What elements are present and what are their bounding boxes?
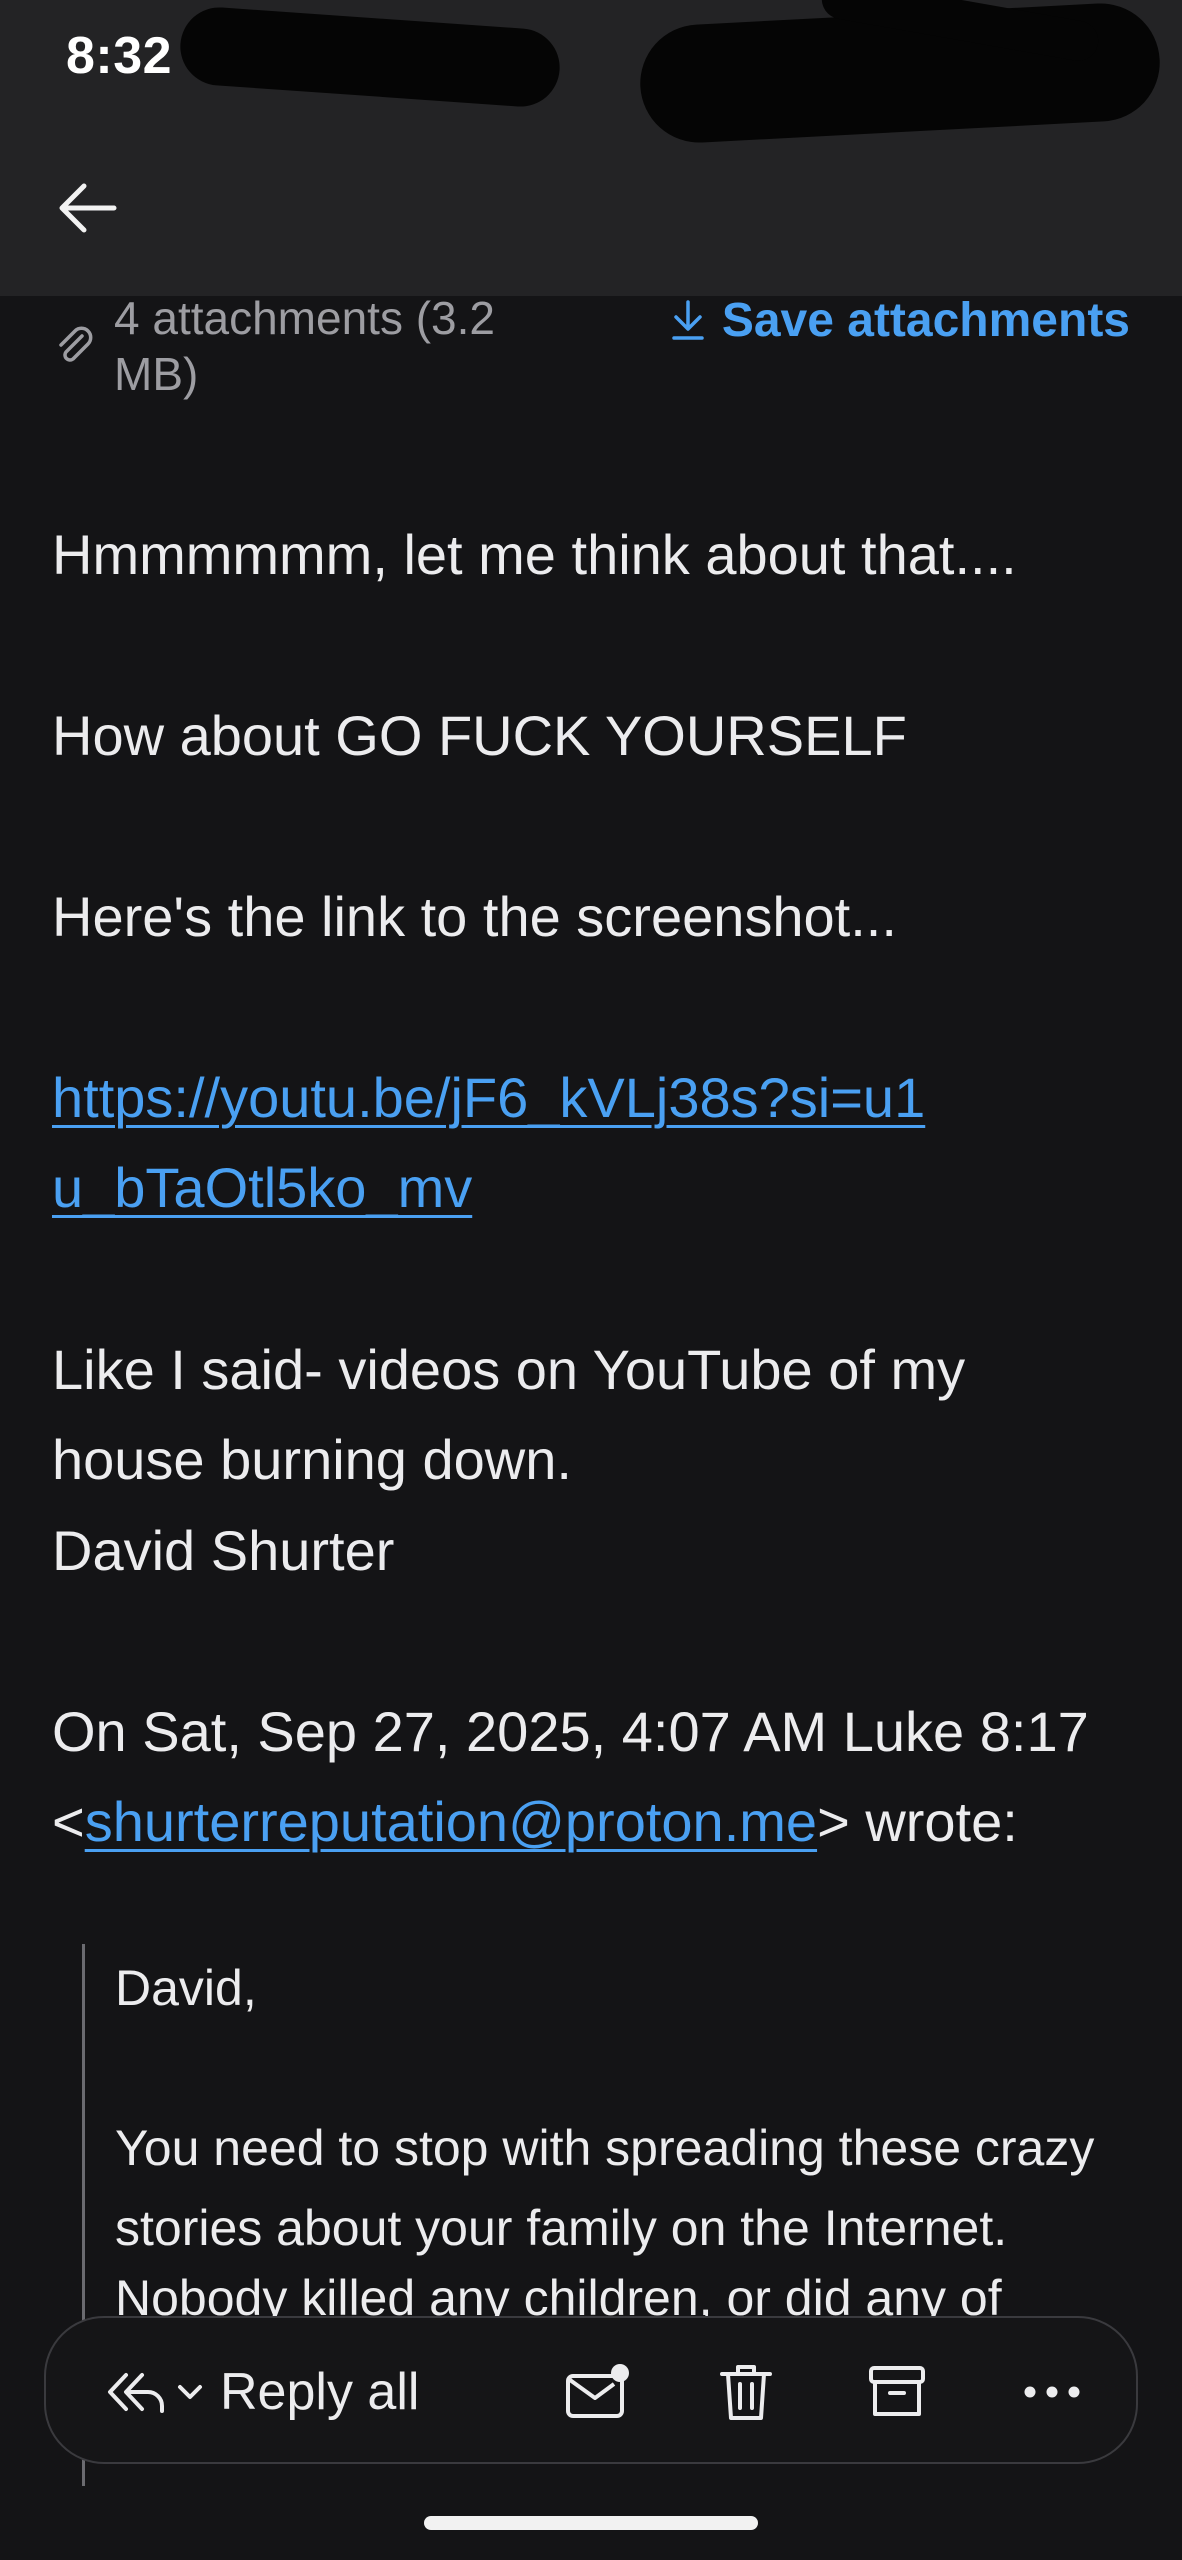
back-button[interactable] bbox=[48, 168, 128, 248]
paperclip-icon bbox=[59, 326, 93, 362]
message-line: Hmmmmmm, let me think about that.... bbox=[52, 523, 1017, 586]
redaction-mark bbox=[177, 4, 563, 110]
mark-unread-icon bbox=[566, 2364, 629, 2418]
action-bar: Reply all bbox=[44, 2316, 1138, 2464]
archive-button[interactable] bbox=[866, 2318, 928, 2466]
video-link-container: https://youtu.be/jF6_kVLj38s?si=u1u_bTaO… bbox=[52, 1053, 932, 1233]
attachments-row: 4 attachments (3.2 MB) Save attachments bbox=[0, 296, 1182, 400]
attachments-info: 4 attachments (3.2 MB) bbox=[114, 296, 495, 400]
save-attachments-label: Save attachments bbox=[721, 296, 1130, 347]
quote-header: On Sat, Sep 27, 2025, 4:07 AM Luke 8:17 … bbox=[52, 1687, 1132, 1867]
archive-icon bbox=[869, 2366, 925, 2416]
sender-email-link[interactable]: shurterreputation@proton.me bbox=[85, 1790, 817, 1853]
quoted-greeting: David, bbox=[115, 1960, 257, 2016]
reply-all-button[interactable]: Reply all bbox=[104, 2318, 419, 2466]
signature: David Shurter bbox=[52, 1519, 395, 1582]
more-icon bbox=[1024, 2386, 1080, 2398]
message-line: Here's the link to the screenshot... bbox=[52, 885, 897, 948]
quoted-paragraph: You need to stop with spreading these cr… bbox=[115, 2120, 1095, 2256]
more-button[interactable] bbox=[1022, 2318, 1082, 2466]
video-link[interactable]: https://youtu.be/jF6_kVLj38s?si=u1u_bTaO… bbox=[52, 1066, 925, 1219]
reply-all-icon bbox=[108, 2373, 164, 2413]
quote-header-suffix: > wrote: bbox=[817, 1790, 1018, 1853]
home-indicator[interactable] bbox=[424, 2516, 758, 2530]
message-content[interactable]: 4 attachments (3.2 MB) Save attachments … bbox=[0, 296, 1182, 2488]
reply-all-label: Reply all bbox=[220, 2363, 420, 2421]
arrow-left-icon bbox=[59, 183, 117, 233]
status-time: 8:32 bbox=[66, 27, 173, 85]
chevron-down-icon[interactable] bbox=[172, 2374, 208, 2410]
download-icon bbox=[672, 300, 704, 340]
delete-button[interactable] bbox=[716, 2318, 776, 2466]
trash-icon bbox=[720, 2365, 772, 2420]
save-attachments-button[interactable]: Save attachments bbox=[668, 296, 1130, 350]
mark-unread-button[interactable] bbox=[564, 2318, 632, 2466]
message-line: Like I said- videos on YouTube of my hou… bbox=[52, 1338, 966, 1491]
message-line: How about GO FUCK YOURSELF bbox=[52, 704, 907, 767]
top-bar: 8:32 bbox=[0, 0, 1182, 296]
